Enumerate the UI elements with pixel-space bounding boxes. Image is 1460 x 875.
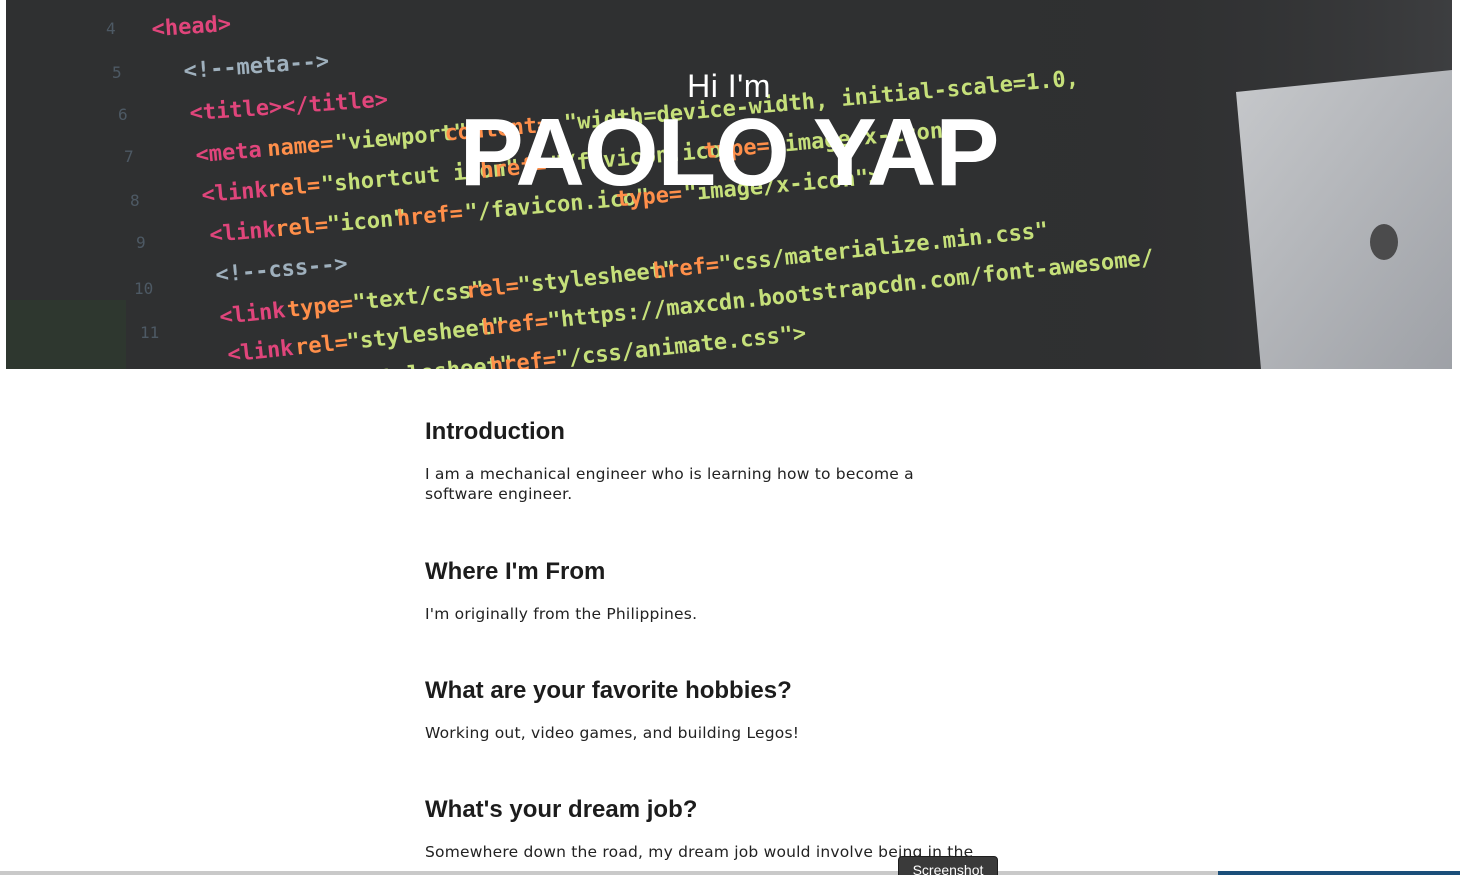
section-hobbies: What are your favorite hobbies? Working …: [425, 659, 1005, 743]
section-introduction: Introduction I am a mechanical engineer …: [425, 400, 1005, 504]
section-heading: What are your favorite hobbies?: [425, 677, 792, 704]
section-heading: Introduction: [425, 418, 565, 445]
bottom-bar-accent: [1218, 871, 1460, 875]
svg-text:rel=: rel=: [274, 213, 329, 243]
svg-text:10: 10: [134, 279, 153, 298]
section-heading: What's your dream job?: [425, 796, 698, 823]
section-body: I am a mechanical engineer who is learni…: [425, 465, 914, 503]
svg-text:4: 4: [106, 19, 116, 38]
section-where-from: Where I'm From I'm originally from the P…: [425, 540, 1005, 624]
svg-text:11: 11: [140, 323, 159, 342]
section-heading: Where I'm From: [425, 558, 606, 585]
page: 4 5 6 7 8 9 10 11 <head> <!--meta--> <ti…: [0, 0, 1460, 875]
section-body: Working out, video games, and building L…: [425, 724, 800, 742]
svg-text:9: 9: [136, 233, 146, 252]
screenshot-button[interactable]: Screenshot: [898, 856, 998, 875]
section-dream-job: What's your dream job? Somewhere down th…: [425, 778, 1005, 862]
hero-banner: 4 5 6 7 8 9 10 11 <head> <!--meta--> <ti…: [6, 0, 1452, 369]
hero-name: PAOLO YAP: [459, 99, 1000, 206]
section-body: I'm originally from the Philippines.: [425, 605, 698, 623]
